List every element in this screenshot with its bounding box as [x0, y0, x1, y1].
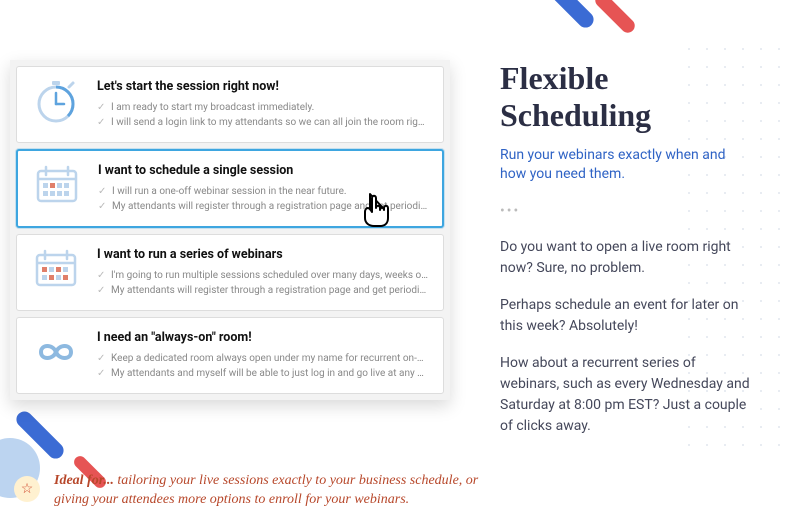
info-paragraph: Perhaps schedule an event for later on t… [500, 295, 750, 337]
info-paragraph: Do you want to open a live room right no… [500, 237, 750, 279]
option-title: I want to schedule a single session [98, 163, 428, 178]
option-bullet: My attendants will register through a re… [97, 283, 429, 298]
ideal-for-prefix: Ideal for... [54, 473, 114, 488]
calendar-single-icon [32, 163, 82, 207]
ideal-for-body: tailoring your live sessions exactly to … [54, 473, 478, 507]
option-always-on[interactable]: I need an "always-on" room! Keep a dedic… [16, 317, 444, 394]
option-bullet: I will send a login link to my attendant… [97, 115, 429, 130]
info-paragraph: How about a recurrent series of webinars… [500, 353, 750, 437]
option-schedule-single[interactable]: I want to schedule a single session I wi… [16, 149, 444, 228]
option-title: I want to run a series of webinars [97, 247, 429, 262]
option-bullets: I will run a one-off webinar session in … [98, 184, 428, 214]
option-title: I need an "always-on" room! [97, 330, 429, 345]
stopwatch-icon [31, 79, 81, 123]
option-bullet: My attendants and myself will be able to… [97, 366, 429, 381]
option-bullet: I'm going to run multiple sessions sched… [97, 268, 429, 283]
option-bullet: My attendants will register through a re… [98, 199, 428, 214]
option-series[interactable]: I want to run a series of webinars I'm g… [16, 234, 444, 311]
option-bullet: Keep a dedicated room always open under … [97, 351, 429, 366]
option-bullets: Keep a dedicated room always open under … [97, 351, 429, 381]
option-bullets: I'm going to run multiple sessions sched… [97, 268, 429, 298]
info-panel: Flexible Scheduling Run your webinars ex… [460, 0, 780, 518]
option-start-now[interactable]: Let's start the session right now! I am … [16, 66, 444, 143]
option-bullet: I am ready to start my broadcast immedia… [97, 100, 429, 115]
page-title: Flexible Scheduling [500, 60, 750, 134]
calendar-series-icon [31, 247, 81, 291]
separator-dots: ••• [500, 203, 750, 219]
options-panel: Let's start the session right now! I am … [0, 0, 460, 518]
option-bullets: I am ready to start my broadcast immedia… [97, 100, 429, 130]
ideal-for-callout: ☆ Ideal for... tailoring your live sessi… [10, 472, 480, 510]
ideal-for-text: Ideal for... tailoring your live session… [54, 472, 480, 510]
option-bullet: I will run a one-off webinar session in … [98, 184, 428, 199]
option-title: Let's start the session right now! [97, 79, 429, 94]
infinity-icon [31, 330, 81, 374]
options-card-stack: Let's start the session right now! I am … [10, 60, 450, 400]
page-subtitle: Run your webinars exactly when and how y… [500, 146, 750, 185]
star-icon: ☆ [14, 476, 40, 502]
